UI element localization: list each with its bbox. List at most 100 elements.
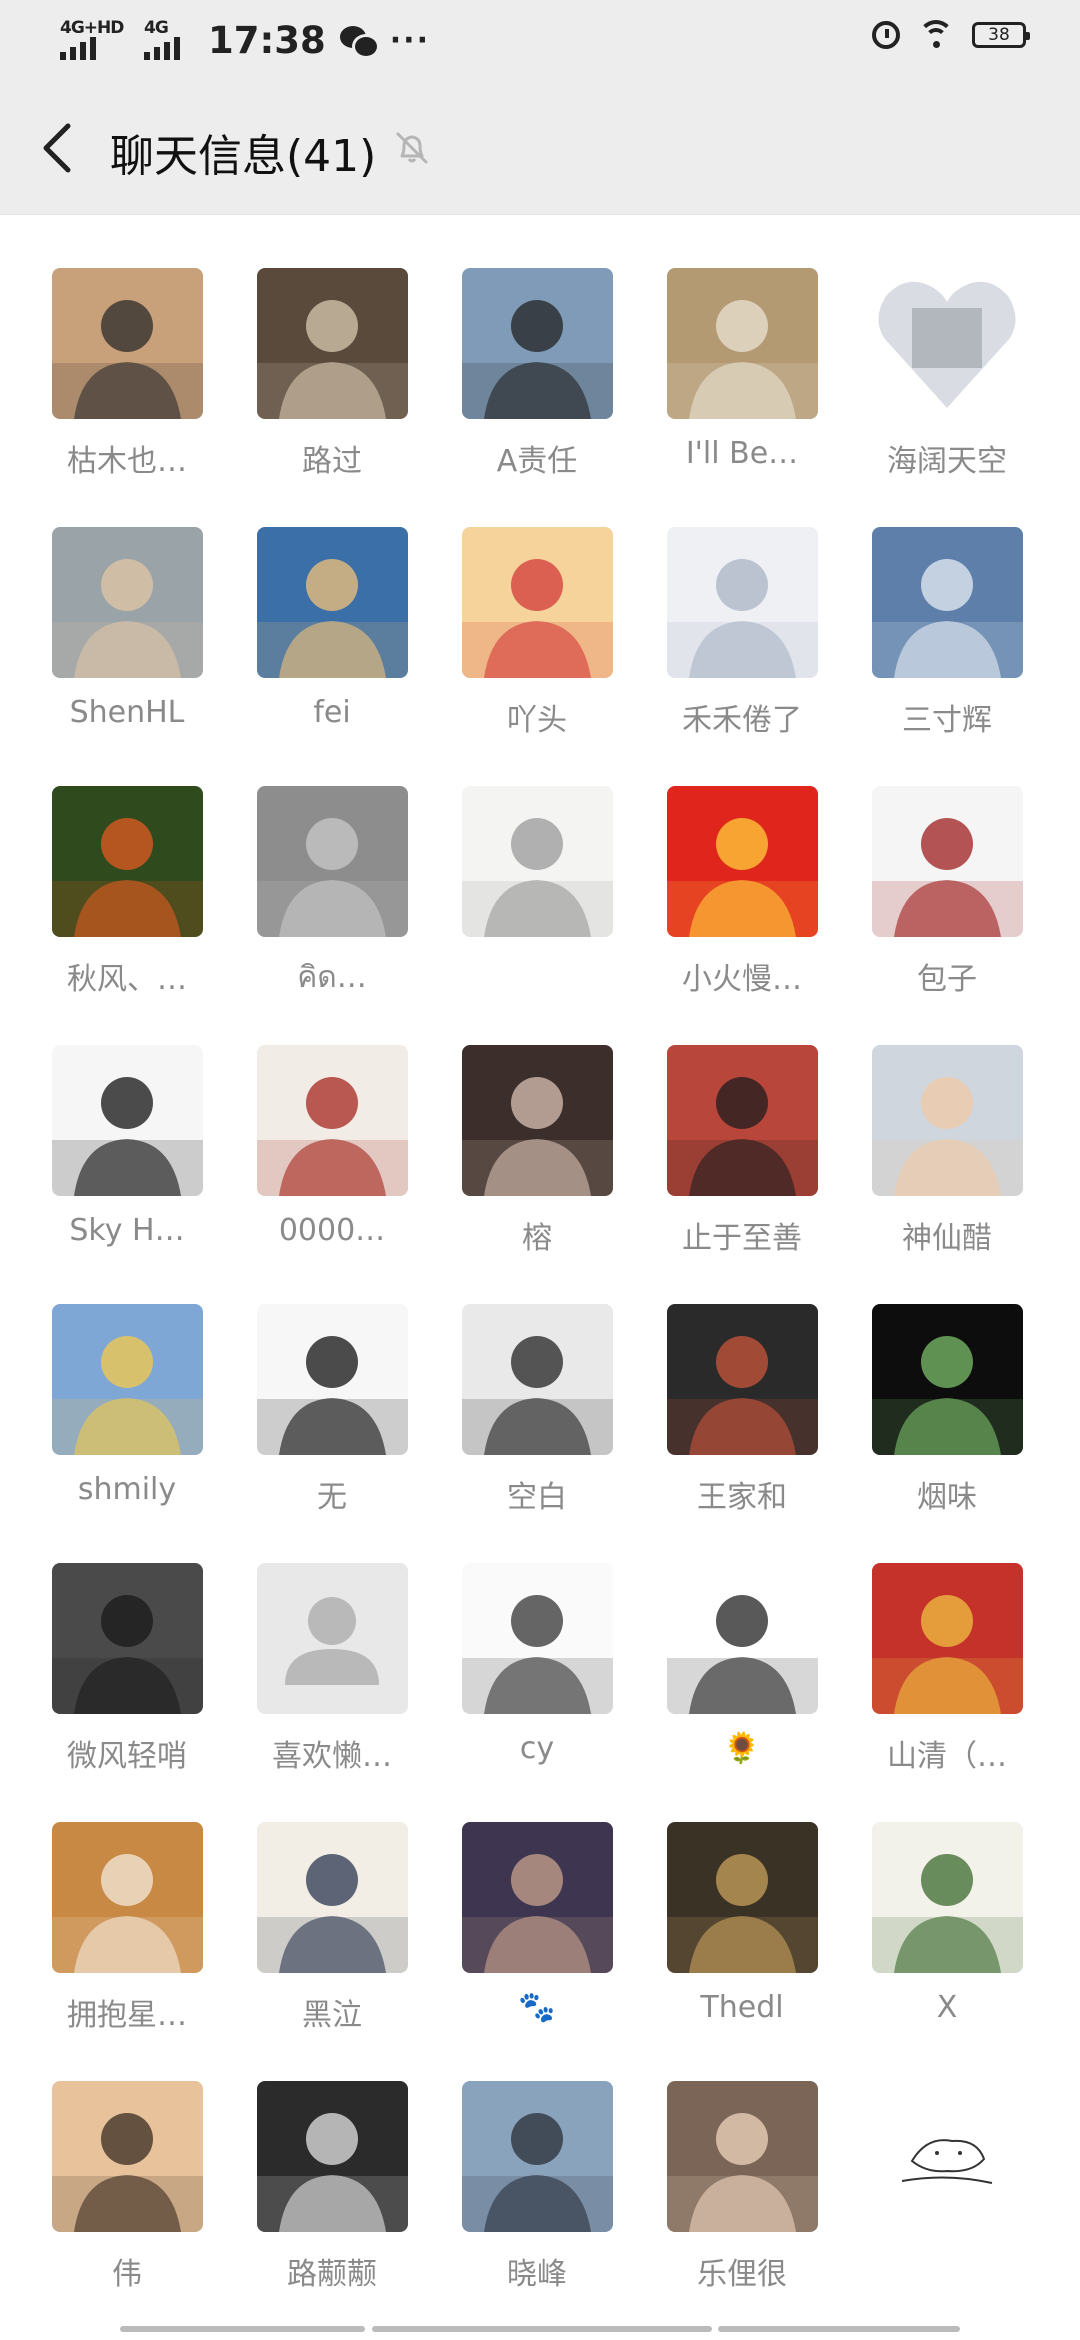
member-avatar[interactable] <box>462 527 613 678</box>
member-avatar[interactable] <box>52 268 203 419</box>
back-arrow-icon[interactable] <box>30 116 90 180</box>
status-bar: 4G+HD 4G 17:38 ··· 38 <box>0 0 1080 82</box>
member-item[interactable]: Sky H… <box>0 991 205 1250</box>
member-item[interactable]: 烟味 <box>820 1250 1025 1515</box>
member-item[interactable]: 枯木也… <box>0 214 205 479</box>
battery-icon: 38 <box>972 22 1030 48</box>
member-item[interactable]: 榕 <box>410 991 615 1256</box>
member-item[interactable]: 三寸辉 <box>820 473 1025 738</box>
member-item[interactable]: I'll Be… <box>615 214 820 473</box>
status-left: 4G+HD 4G 17:38 ··· <box>60 18 430 62</box>
member-item[interactable]: 拥抱星… <box>0 1768 205 2033</box>
member-name: X <box>936 1990 958 2025</box>
more-notifications-icon: ··· <box>389 22 430 58</box>
member-item[interactable]: 秋风、… <box>0 732 205 997</box>
member-avatar[interactable] <box>872 1045 1023 1196</box>
member-item[interactable]: X <box>820 1768 1025 2027</box>
member-item[interactable]: 禾禾倦了 <box>615 473 820 738</box>
member-item[interactable]: 喜欢懒… <box>205 1509 410 1774</box>
wechat-icon <box>339 24 380 59</box>
member-avatar[interactable] <box>872 786 1023 937</box>
member-avatar[interactable] <box>872 2081 1023 2232</box>
member-item[interactable]: cy <box>410 1509 615 1768</box>
member-item[interactable]: 包子 <box>820 732 1025 997</box>
title-bar: 聊天信息(41) <box>0 82 1080 215</box>
member-item[interactable]: 止于至善 <box>615 991 820 1256</box>
member-avatar[interactable] <box>52 1822 203 1973</box>
member-avatar[interactable] <box>872 1304 1023 1455</box>
member-avatar[interactable] <box>872 268 1023 419</box>
member-avatar[interactable] <box>872 1822 1023 1973</box>
member-item[interactable]: 神仙醋 <box>820 991 1025 1256</box>
member-avatar[interactable] <box>667 1563 818 1714</box>
member-avatar[interactable] <box>52 786 203 937</box>
member-avatar[interactable] <box>257 1045 408 1196</box>
member-avatar[interactable] <box>462 1045 613 1196</box>
member-avatar[interactable] <box>462 1304 613 1455</box>
member-avatar[interactable] <box>257 1563 408 1714</box>
member-item[interactable]: fei <box>205 473 410 732</box>
member-item[interactable] <box>820 2027 1025 2286</box>
member-item[interactable]: 海阔天空 <box>820 214 1025 479</box>
signal-4g-icon: 4G <box>144 18 188 62</box>
member-avatar[interactable] <box>872 1563 1023 1714</box>
member-item[interactable]: Thedl <box>615 1768 820 2027</box>
member-avatar[interactable] <box>257 268 408 419</box>
member-item[interactable]: 小火慢… <box>615 732 820 997</box>
member-avatar[interactable] <box>52 1563 203 1714</box>
member-avatar[interactable] <box>667 786 818 937</box>
member-item[interactable]: 伟 <box>0 2027 205 2292</box>
member-avatar[interactable] <box>257 527 408 678</box>
scroll-indicator-2 <box>372 2326 712 2332</box>
wifi-icon <box>918 20 954 50</box>
member-item[interactable]: 吖头 <box>410 473 615 738</box>
signal-label-2: 4G <box>144 18 169 38</box>
member-avatar[interactable] <box>52 2081 203 2232</box>
member-avatar[interactable] <box>257 1822 408 1973</box>
member-avatar[interactable] <box>667 2081 818 2232</box>
member-item[interactable]: 0000… <box>205 991 410 1250</box>
member-avatar[interactable] <box>462 786 613 937</box>
member-item[interactable]: 晓峰 <box>410 2027 615 2292</box>
member-avatar[interactable] <box>257 2081 408 2232</box>
member-item[interactable]: 微风轻哨 <box>0 1509 205 1774</box>
member-item[interactable]: 空白 <box>410 1250 615 1515</box>
page-title: 聊天信息(41) <box>110 131 377 182</box>
member-avatar[interactable] <box>462 1563 613 1714</box>
member-avatar[interactable] <box>462 268 613 419</box>
member-avatar[interactable] <box>257 786 408 937</box>
member-item[interactable]: shmily <box>0 1250 205 1509</box>
member-item[interactable]: 乐俚很 <box>615 2027 820 2292</box>
scroll-indicator-1 <box>120 2326 365 2332</box>
member-avatar[interactable] <box>667 268 818 419</box>
member-item[interactable]: 路颟颟 <box>205 2027 410 2292</box>
member-avatar[interactable] <box>872 527 1023 678</box>
member-avatar[interactable] <box>667 1822 818 1973</box>
member-item[interactable]: 无 <box>205 1250 410 1515</box>
member-avatar[interactable] <box>52 527 203 678</box>
member-item[interactable]: 🐾 <box>410 1768 615 2027</box>
member-item[interactable]: 黑泣 <box>205 1768 410 2033</box>
member-avatar[interactable] <box>462 2081 613 2232</box>
signal-4g-hd-icon: 4G+HD <box>60 18 130 62</box>
member-avatar[interactable] <box>257 1304 408 1455</box>
member-avatar[interactable] <box>667 1045 818 1196</box>
status-right: 38 <box>872 20 1030 50</box>
member-avatar[interactable] <box>52 1045 203 1196</box>
member-item[interactable]: 王家和 <box>615 1250 820 1515</box>
signal-label: 4G+HD <box>60 18 124 38</box>
member-item[interactable]: 山清（… <box>820 1509 1025 1774</box>
member-avatar[interactable] <box>667 527 818 678</box>
status-time: 17:38 <box>208 18 326 62</box>
member-item[interactable]: 🌻 <box>615 1509 820 1768</box>
alarm-icon <box>872 21 900 49</box>
battery-level: 38 <box>988 25 1010 45</box>
member-avatar[interactable] <box>667 1304 818 1455</box>
member-item[interactable] <box>410 732 615 991</box>
member-item[interactable]: 路过 <box>205 214 410 479</box>
member-avatar[interactable] <box>52 1304 203 1455</box>
member-item[interactable]: คิด… <box>205 732 410 995</box>
member-avatar[interactable] <box>462 1822 613 1973</box>
member-item[interactable]: A责任 <box>410 214 615 479</box>
member-item[interactable]: ShenHL <box>0 473 205 732</box>
